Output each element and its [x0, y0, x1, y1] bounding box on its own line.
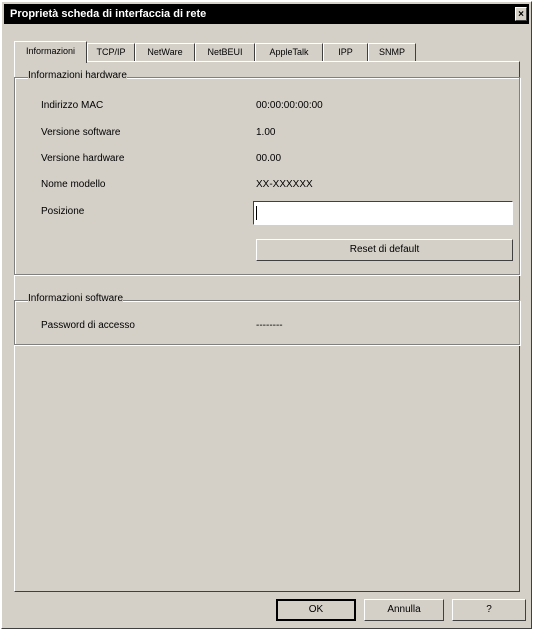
tab-informazioni[interactable]: Informazioni	[14, 41, 87, 63]
text-caret	[256, 206, 257, 220]
software-version-value: 1.00	[256, 127, 276, 138]
cancel-button[interactable]: Annulla	[364, 599, 444, 621]
mac-address-label: Indirizzo MAC	[41, 100, 104, 111]
location-label: Posizione	[41, 206, 85, 217]
access-password-label: Password di accesso	[41, 320, 135, 331]
model-name-value: XX-XXXXXX	[256, 179, 313, 190]
reset-default-button[interactable]: Reset di default	[256, 239, 513, 261]
model-name-label: Nome modello	[41, 179, 106, 190]
hardware-group-title: Informazioni hardware	[28, 70, 127, 81]
mac-address-value: 00:00:00:00:00	[256, 100, 323, 111]
hardware-version-label: Versione hardware	[41, 153, 125, 164]
tab-ipp[interactable]: IPP	[323, 43, 368, 61]
hardware-version-value: 00.00	[256, 153, 282, 164]
access-password-value: --------	[256, 320, 283, 331]
tab-tcpip[interactable]: TCP/IP	[87, 43, 135, 61]
tab-appletalk[interactable]: AppleTalk	[255, 43, 323, 61]
title-bar: Proprietà scheda di interfaccia di rete …	[4, 4, 529, 24]
tab-netbeui[interactable]: NetBEUI	[195, 43, 255, 61]
tab-snmp[interactable]: SNMP	[368, 43, 416, 61]
close-button[interactable]: ×	[515, 7, 527, 21]
software-group-title: Informazioni software	[28, 293, 124, 304]
window-title: Proprietà scheda di interfaccia di rete	[10, 8, 207, 20]
software-version-label: Versione software	[41, 127, 121, 138]
location-input[interactable]	[253, 201, 513, 225]
tab-netware[interactable]: NetWare	[135, 43, 195, 61]
help-button[interactable]: ?	[452, 599, 526, 621]
ok-button[interactable]: OK	[276, 599, 356, 621]
